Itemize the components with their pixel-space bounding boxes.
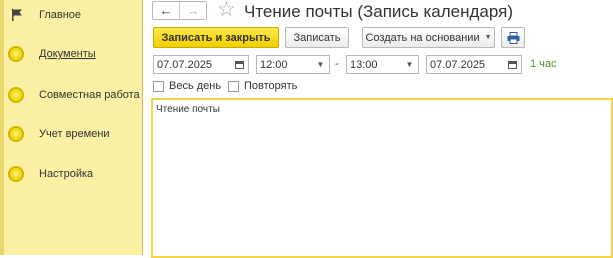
favorite-star-icon[interactable]: ☆ bbox=[217, 0, 236, 22]
printer-icon bbox=[507, 31, 519, 44]
duration-label: 1 час bbox=[530, 58, 557, 70]
circle-icon bbox=[8, 87, 24, 103]
start-date-value: 07.07.2025 bbox=[157, 58, 213, 71]
sidebar-item-label: Настройка bbox=[39, 168, 94, 180]
time-range-dash: - bbox=[335, 58, 339, 70]
circle-icon bbox=[8, 126, 24, 142]
main-content: ← → ☆ Чтение почты (Запись календаря) За… bbox=[144, 0, 613, 258]
create-based-on-button[interactable]: Создать на основании ▼ bbox=[362, 27, 495, 48]
sidebar-item-label: Документы bbox=[39, 48, 96, 60]
create-based-on-label: Создать на основании bbox=[365, 31, 480, 44]
sidebar-item-collaboration[interactable]: Совместная работа bbox=[4, 83, 143, 107]
circle-icon bbox=[8, 166, 24, 182]
sidebar-item-label: Главное bbox=[39, 9, 82, 21]
end-date-field[interactable]: 07.07.2025 bbox=[426, 55, 522, 74]
circle-icon bbox=[8, 46, 24, 62]
repeat-checkbox[interactable]: Повторять bbox=[228, 80, 297, 92]
calendar-button[interactable] bbox=[504, 56, 521, 73]
chevron-down-icon[interactable]: ▼ bbox=[401, 56, 418, 73]
print-button[interactable] bbox=[501, 27, 525, 48]
history-nav: ← → bbox=[152, 1, 207, 20]
calendar-icon bbox=[235, 60, 244, 69]
back-button[interactable]: ← bbox=[153, 2, 180, 19]
flag-icon bbox=[12, 9, 22, 21]
sidebar-item-documents[interactable]: Документы bbox=[4, 42, 143, 66]
end-time-field[interactable]: 13:00 ▼ bbox=[346, 55, 419, 74]
forward-button[interactable]: → bbox=[180, 2, 206, 19]
sidebar-item-settings[interactable]: Настройка bbox=[4, 162, 143, 186]
checkbox-box bbox=[153, 80, 164, 92]
sidebar-item-time-tracking[interactable]: Учет времени bbox=[4, 122, 143, 146]
sidebar-item-main[interactable]: Главное bbox=[4, 3, 143, 27]
start-time-field[interactable]: 12:00 ▼ bbox=[256, 55, 330, 74]
start-date-field[interactable]: 07.07.2025 bbox=[153, 55, 249, 74]
save-label: Записать bbox=[293, 31, 341, 44]
repeat-label: Повторять bbox=[244, 80, 298, 92]
sidebar: Главное Документы Совместная работа Учет… bbox=[0, 0, 143, 255]
page-title: Чтение почты (Запись календаря) bbox=[244, 2, 514, 21]
save-and-close-label: Записать и закрыть bbox=[161, 31, 271, 44]
sidebar-item-label: Учет времени bbox=[39, 128, 110, 140]
chevron-down-icon: ▼ bbox=[484, 34, 492, 41]
start-time-value: 12:00 bbox=[260, 58, 288, 71]
save-and-close-button[interactable]: Записать и закрыть bbox=[153, 27, 279, 48]
all-day-checkbox[interactable]: Весь день bbox=[153, 80, 221, 92]
calendar-icon bbox=[508, 60, 517, 69]
sidebar-item-label: Совместная работа bbox=[39, 89, 140, 101]
description-textarea[interactable]: Чтение почты bbox=[151, 98, 613, 258]
end-date-value: 07.07.2025 bbox=[430, 58, 486, 71]
description-text: Чтение почты bbox=[156, 104, 220, 115]
checkbox-box bbox=[228, 80, 239, 92]
all-day-label: Весь день bbox=[169, 80, 222, 92]
chevron-down-icon[interactable]: ▼ bbox=[312, 56, 329, 73]
calendar-button[interactable] bbox=[231, 56, 248, 73]
save-button[interactable]: Записать bbox=[285, 27, 349, 48]
end-time-value: 13:00 bbox=[350, 58, 378, 71]
